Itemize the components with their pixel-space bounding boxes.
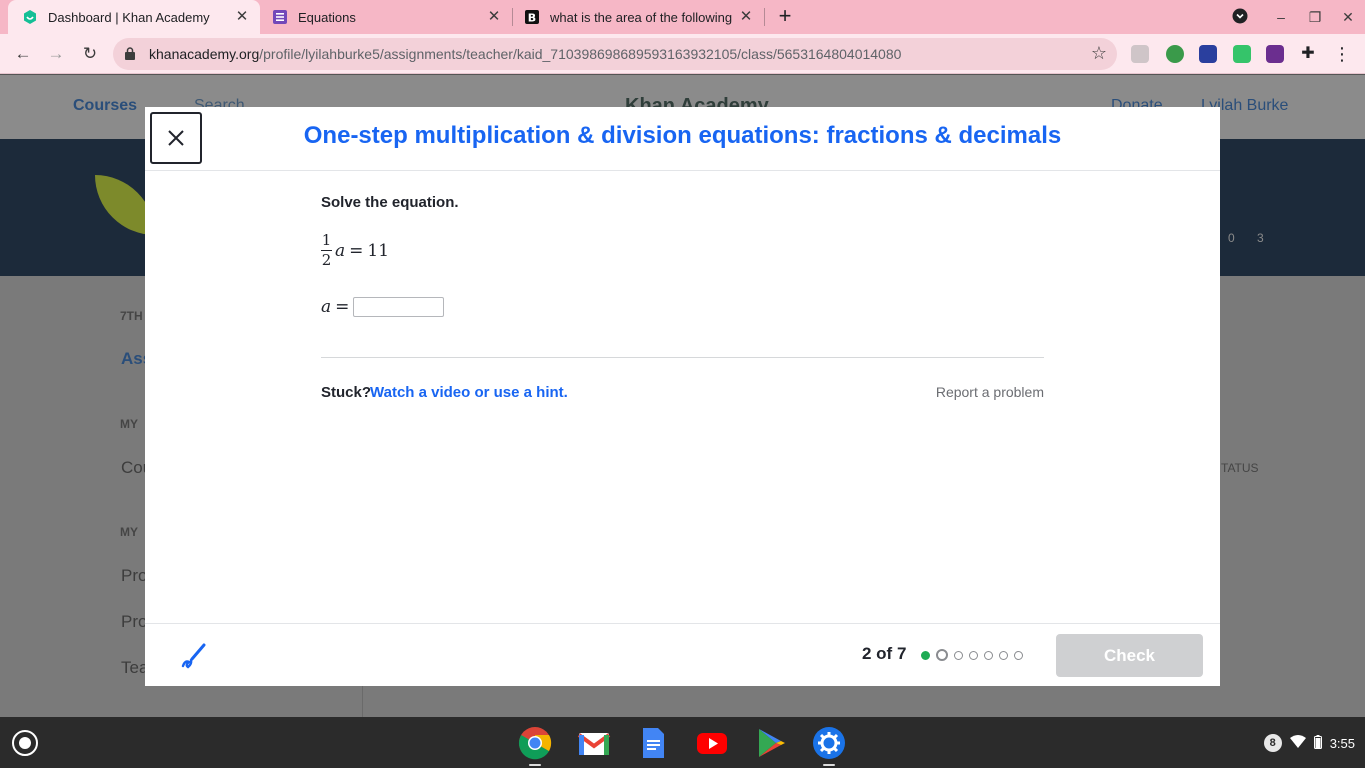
sidebar-heading-my: MY: [120, 417, 138, 431]
tab-dashboard[interactable]: Dashboard | Khan Academy ✕: [8, 0, 260, 34]
tab-equations[interactable]: Equations ✕: [262, 0, 512, 34]
clock: 3:55: [1329, 735, 1355, 751]
scratchpad-pencil-icon[interactable]: [179, 642, 207, 670]
running-indicator: [529, 764, 541, 766]
tab-separator: [764, 8, 765, 26]
equation-rest: a = 11: [335, 241, 389, 261]
menu-dots-icon[interactable]: ⋮: [1333, 45, 1351, 63]
extension-k-icon[interactable]: [1131, 45, 1149, 63]
equation-equals: =: [349, 240, 364, 261]
url-path: /profile/lyilahburke5/assignments/teache…: [259, 46, 902, 62]
gmail-icon[interactable]: [577, 726, 611, 760]
url-host: khanacademy.org: [149, 46, 260, 62]
tab-strip: Dashboard | Khan Academy ✕ Equations ✕ B…: [0, 0, 1365, 34]
launcher-icon[interactable]: [12, 730, 38, 756]
status-column-header: TATUS: [1221, 461, 1259, 475]
docs-icon[interactable]: [636, 726, 670, 760]
tab-separator: [512, 8, 513, 26]
fraction-denominator: 2: [321, 251, 332, 269]
fraction-numerator: 1: [321, 231, 332, 249]
minimize-icon[interactable]: –: [1272, 8, 1290, 26]
report-problem-link[interactable]: Report a problem: [936, 384, 1044, 400]
equation-rhs: 11: [367, 240, 390, 261]
url-text: khanacademy.org/profile/lyilahburke5/ass…: [149, 46, 901, 62]
close-icon[interactable]: ✕: [486, 9, 502, 25]
sidebar-heading-7th: 7TH: [120, 309, 143, 323]
answer-row: a =: [321, 297, 445, 317]
close-modal-button[interactable]: [150, 112, 202, 164]
check-button[interactable]: Check: [1056, 634, 1203, 677]
sidebar-heading-my-account: MY: [120, 525, 138, 539]
progress-dots: [921, 649, 1023, 661]
bookmark-star-icon[interactable]: ☆: [1091, 43, 1107, 64]
sidebar-item-profile: Pro: [121, 566, 148, 585]
close-icon: [168, 130, 184, 146]
settings-icon[interactable]: [812, 726, 846, 760]
reload-icon[interactable]: ↻: [79, 43, 101, 65]
progress-dot-6: [999, 651, 1008, 660]
extension-screen-icon[interactable]: [1199, 45, 1217, 63]
extensions-puzzle-icon[interactable]: ✚: [1299, 45, 1317, 63]
window-close-icon[interactable]: ✕: [1339, 8, 1357, 26]
notification-count[interactable]: 8: [1263, 734, 1282, 752]
restore-icon[interactable]: ❐: [1306, 8, 1324, 26]
forward-arrow-icon[interactable]: →: [45, 43, 67, 65]
brainly-icon: B: [524, 9, 540, 25]
equation: 1 2 a = 11: [321, 232, 389, 269]
tab-brainly[interactable]: B what is the area of the following ✕: [514, 0, 764, 34]
close-icon[interactable]: ✕: [738, 9, 754, 25]
progress-dot-5: [984, 651, 993, 660]
address-bar[interactable]: khanacademy.org/profile/lyilahburke5/ass…: [113, 38, 1117, 70]
modal-header: One-step multiplication & division equat…: [145, 107, 1220, 171]
hint-link[interactable]: Watch a video or use a hint.: [370, 384, 568, 401]
fraction: 1 2: [321, 232, 332, 269]
modal-footer: 2 of 7 Check: [145, 623, 1220, 686]
exercise-modal: One-step multiplication & division equat…: [145, 107, 1220, 686]
status-tray[interactable]: 8 3:55: [1263, 727, 1355, 759]
progress-dot-3: [954, 651, 963, 660]
tab-title: Dashboard | Khan Academy: [48, 9, 210, 25]
courses-menu: Courses: [73, 97, 138, 114]
content-divider: [321, 357, 1044, 358]
forms-list-icon: [272, 9, 288, 25]
progress-counter: 2 of 7: [862, 644, 907, 663]
extension-mail-icon[interactable]: [1266, 45, 1284, 63]
progress-dot-1: [921, 651, 930, 660]
play-store-icon[interactable]: [754, 726, 788, 760]
wifi-icon: [1289, 735, 1306, 751]
tab-title: what is the area of the following: [550, 9, 732, 25]
chrome-icon[interactable]: [518, 726, 552, 760]
extension-face-icon[interactable]: [1233, 45, 1251, 63]
back-arrow-icon[interactable]: ←: [12, 43, 34, 65]
answer-input[interactable]: [353, 297, 445, 317]
question-prompt: Solve the equation.: [321, 194, 459, 211]
progress-dot-7: [1014, 651, 1023, 660]
battery-icon: [1313, 734, 1322, 752]
answer-equals: =: [335, 297, 350, 317]
os-shelf: 8 3:55: [0, 717, 1365, 768]
sidebar-item-progress: Pro: [121, 612, 148, 631]
extension-bug-icon[interactable]: [1166, 45, 1184, 63]
answer-variable: a: [321, 297, 332, 317]
stuck-label: Stuck?: [321, 384, 372, 401]
progress-dot-2: [936, 649, 948, 661]
equation-variable: a: [335, 240, 346, 261]
new-tab-icon[interactable]: +: [775, 5, 795, 27]
modal-title: One-step multiplication & division equat…: [303, 122, 1062, 149]
svg-text:B: B: [528, 12, 536, 25]
lock-icon: [125, 47, 135, 60]
youtube-icon[interactable]: [695, 726, 729, 760]
close-icon[interactable]: ✕: [234, 9, 250, 25]
tab-title: Equations: [298, 9, 356, 25]
running-indicator: [823, 764, 835, 766]
badge-stat: 3: [1257, 231, 1264, 245]
sidebar-divider: [362, 686, 363, 717]
progress-dot-4: [969, 651, 978, 660]
khan-academy-icon: [22, 9, 38, 25]
tab-search-icon[interactable]: [1231, 8, 1249, 26]
browser-toolbar: ← → ↻ khanacademy.org/profile/lyilahburk…: [0, 34, 1365, 74]
energy-stat: 0: [1228, 231, 1235, 245]
